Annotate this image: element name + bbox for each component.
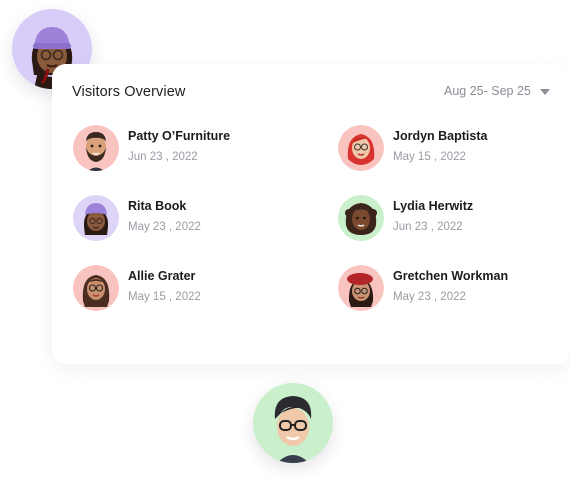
visitor-item[interactable]: Jordyn Baptista May 15 , 2022 [338, 125, 558, 171]
visitor-date: Jun 23 , 2022 [128, 151, 198, 163]
memoji-man-glasses-icon [253, 383, 333, 463]
visitor-name: Rita Book [128, 199, 187, 213]
profile-avatar-bottom[interactable] [253, 383, 333, 463]
avatar [73, 125, 119, 171]
memoji-curly-hair-woman-icon [338, 195, 384, 241]
visitor-date: Jun 23 , 2022 [393, 221, 463, 233]
visitor-item[interactable]: Rita Book May 23 , 2022 [73, 195, 293, 241]
visitor-date: May 23 , 2022 [128, 221, 201, 233]
caret-down-icon [539, 88, 550, 95]
memoji-purple-beanie-icon [73, 195, 119, 241]
date-range-label: Aug 25- Sep 25 [444, 84, 531, 98]
visitor-name: Jordyn Baptista [393, 129, 488, 143]
avatar [73, 195, 119, 241]
avatar [73, 265, 119, 311]
visitor-item[interactable]: Allie Grater May 15 , 2022 [73, 265, 293, 311]
avatar [338, 195, 384, 241]
visitor-date: May 23 , 2022 [393, 291, 466, 303]
visitor-name: Allie Grater [128, 269, 196, 283]
avatar [338, 265, 384, 311]
memoji-red-beret-woman-icon [338, 265, 384, 311]
avatar [338, 125, 384, 171]
visitors-overview-title: Visitors Overview [72, 84, 186, 100]
visitor-date: May 15 , 2022 [393, 151, 466, 163]
visitor-name: Lydia Herwitz [393, 199, 474, 213]
visitor-item[interactable]: Lydia Herwitz Jun 23 , 2022 [338, 195, 558, 241]
date-range-dropdown[interactable]: Aug 25- Sep 25 [444, 84, 550, 98]
visitor-name: Gretchen Workman [393, 269, 509, 283]
visitor-item[interactable]: Patty O’Furniture Jun 23 , 2022 [73, 125, 293, 171]
visitor-item[interactable]: Gretchen Workman May 23 , 2022 [338, 265, 558, 311]
memoji-glasses-woman-icon [73, 265, 119, 311]
visitor-date: May 15 , 2022 [128, 291, 201, 303]
memoji-red-hair-woman-icon [338, 125, 384, 171]
memoji-bearded-man-icon [73, 125, 119, 171]
visitor-name: Patty O’Furniture [128, 129, 231, 143]
